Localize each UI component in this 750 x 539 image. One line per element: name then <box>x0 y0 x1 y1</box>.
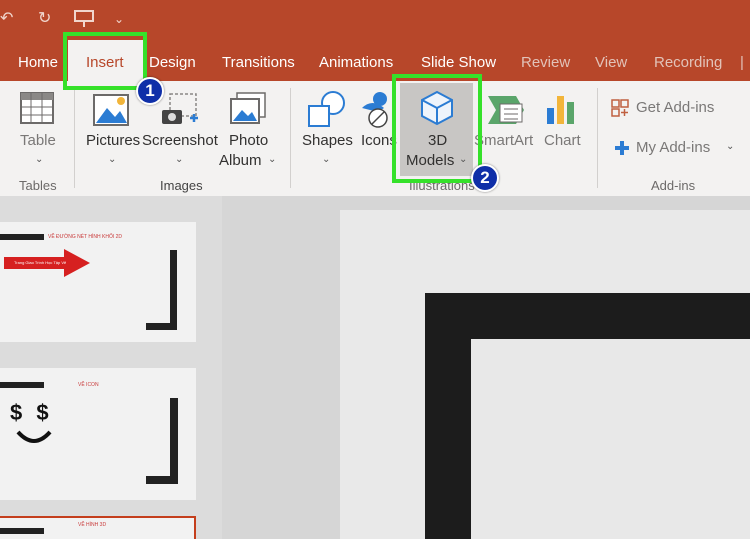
corner-frame <box>146 476 178 484</box>
slide-thumbnail-2[interactable]: VẼ ICON $ $ <box>0 368 196 500</box>
chart-button[interactable] <box>538 88 584 170</box>
addins-group-label: Add-ins <box>651 178 696 193</box>
tab-overflow[interactable]: | <box>740 54 744 72</box>
my-addins-button[interactable]: My Add-ins ⌄ <box>610 136 740 160</box>
slide-1-title: VẼ ĐƯỜNG NÉT HÌNH KHỐI 2D <box>48 234 123 240</box>
smartart-icon <box>488 96 524 124</box>
get-addins-button[interactable]: Get Add-ins <box>610 96 730 120</box>
photo-album-label-line2: Album <box>219 152 262 169</box>
slide-2-face-eyes: $ $ <box>10 400 53 425</box>
tab-slide-show[interactable]: Slide Show <box>421 54 496 72</box>
photo-album-chevron-icon: ⌄ <box>268 154 277 165</box>
table-icon <box>20 92 54 124</box>
shapes-icon <box>308 91 345 127</box>
pictures-label: Pictures <box>86 132 141 149</box>
smartart-label: SmartArt <box>474 132 534 149</box>
tab-home[interactable]: Home <box>18 54 58 72</box>
insert-tab-highlight <box>63 32 147 90</box>
my-addins-chevron-icon: ⌄ <box>726 141 735 152</box>
tab-design[interactable]: Design <box>149 54 196 72</box>
slide-1-arrow-text: Trang Giao Trình Học Tập Vẽ <box>14 260 67 265</box>
separator <box>597 88 598 188</box>
tables-group-label: Tables <box>19 178 57 193</box>
pictures-icon <box>93 94 129 126</box>
smartart-button[interactable] <box>474 88 534 170</box>
separator <box>74 88 75 188</box>
tab-review[interactable]: Review <box>521 54 570 72</box>
screenshot-icon <box>162 93 198 124</box>
slide-bar <box>0 382 44 388</box>
screenshot-chevron-icon: ⌄ <box>175 154 184 165</box>
redo-icon[interactable]: ↻ <box>38 10 51 28</box>
corner-frame <box>146 323 177 330</box>
step-2-badge: 2 <box>471 164 499 192</box>
shapes-label: Shapes <box>302 132 353 149</box>
tab-animations[interactable]: Animations <box>319 54 393 72</box>
shapes-chevron-icon: ⌄ <box>322 154 331 165</box>
tab-transitions[interactable]: Transitions <box>222 54 295 72</box>
chart-label: Chart <box>544 132 581 149</box>
smile-icon <box>16 430 52 443</box>
tab-view[interactable]: View <box>595 54 627 72</box>
slide-thumbnail-3-selected[interactable]: VẼ HÌNH 3D <box>0 516 196 539</box>
my-addins-label: My Add-ins <box>636 139 711 156</box>
slide-bar <box>0 528 44 534</box>
my-addins-icon <box>615 141 629 155</box>
pictures-chevron-icon: ⌄ <box>108 154 117 165</box>
table-chevron-icon: ⌄ <box>35 154 44 165</box>
step-1-badge: 1 <box>136 77 164 105</box>
corner-frame <box>170 250 177 330</box>
slide-thumbnail-1[interactable]: VẼ ĐƯỜNG NÉT HÌNH KHỐI 2D Trang Giao Trì… <box>0 222 196 342</box>
tab-recording[interactable]: Recording <box>654 54 722 72</box>
screenshot-label: Screenshot <box>142 132 218 149</box>
photo-album-label-line1: Photo <box>229 132 269 149</box>
images-group-label: Images <box>160 178 203 193</box>
chart-icon <box>547 96 574 124</box>
corner-frame <box>170 398 178 484</box>
photo-album-icon <box>230 92 266 124</box>
slide-2-title: VẼ ICON <box>78 382 99 388</box>
customize-qat-icon[interactable]: ⌄ <box>114 10 124 28</box>
separator <box>290 88 291 188</box>
store-icon <box>611 99 629 117</box>
get-addins-label: Get Add-ins <box>636 99 715 116</box>
slide-3-title: VẼ HÌNH 3D <box>78 522 107 528</box>
undo-icon[interactable]: ↶ <box>0 10 13 28</box>
table-label: Table <box>20 132 56 149</box>
slide-bar <box>0 234 44 240</box>
start-slideshow-icon[interactable] <box>74 10 94 33</box>
slide-frame-shape[interactable] <box>425 293 750 539</box>
3d-models-highlight <box>392 74 482 183</box>
